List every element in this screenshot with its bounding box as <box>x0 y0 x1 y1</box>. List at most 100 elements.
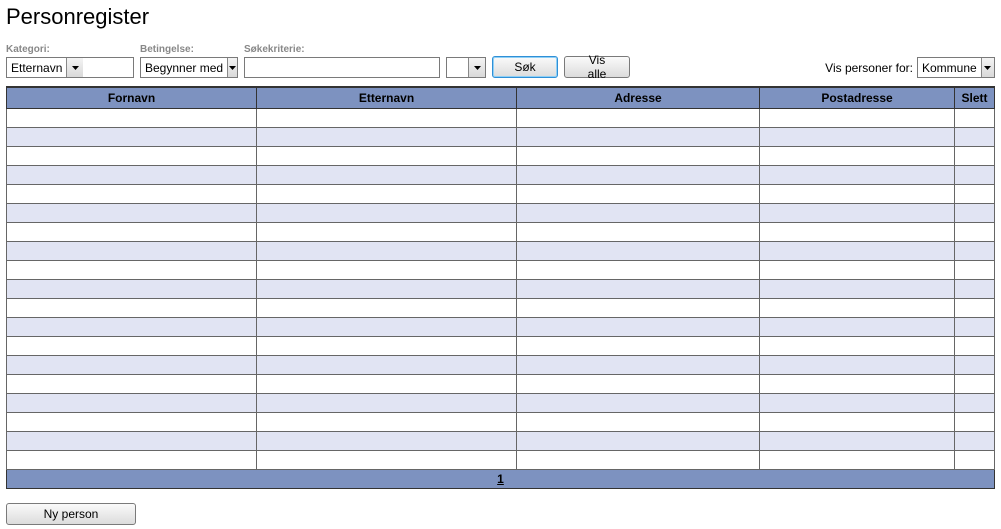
cell-adresse <box>517 128 760 147</box>
betingelse-value: Begynner med <box>141 58 227 77</box>
cell-slett <box>955 242 995 261</box>
kriterie-label: Søkekriterie: <box>244 44 440 55</box>
cell-postadresse <box>760 242 955 261</box>
chevron-down-icon <box>981 58 994 77</box>
cell-adresse <box>517 261 760 280</box>
table-row[interactable] <box>7 261 995 280</box>
table-row[interactable] <box>7 204 995 223</box>
cell-slett <box>955 147 995 166</box>
cell-fornavn <box>7 128 257 147</box>
cell-etternavn <box>257 394 517 413</box>
cell-etternavn <box>257 375 517 394</box>
table-row[interactable] <box>7 394 995 413</box>
new-person-button[interactable]: Ny person <box>6 503 136 525</box>
cell-fornavn <box>7 394 257 413</box>
cell-slett <box>955 451 995 470</box>
cell-postadresse <box>760 337 955 356</box>
cell-slett <box>955 413 995 432</box>
extra-select[interactable] <box>446 57 486 78</box>
table-row[interactable] <box>7 223 995 242</box>
cell-slett <box>955 109 995 128</box>
cell-postadresse <box>760 432 955 451</box>
cell-adresse <box>517 185 760 204</box>
cell-fornavn <box>7 356 257 375</box>
cell-postadresse <box>760 451 955 470</box>
col-slett[interactable]: Slett <box>955 87 995 109</box>
table-pager: 1 <box>6 470 995 489</box>
extra-select-value <box>447 58 468 77</box>
table-row[interactable] <box>7 166 995 185</box>
kategori-select[interactable]: Etternavn <box>6 57 134 78</box>
table-row[interactable] <box>7 242 995 261</box>
cell-adresse <box>517 223 760 242</box>
cell-slett <box>955 299 995 318</box>
table-row[interactable] <box>7 147 995 166</box>
cell-adresse <box>517 166 760 185</box>
col-etternavn[interactable]: Etternavn <box>257 87 517 109</box>
cell-fornavn <box>7 318 257 337</box>
cell-fornavn <box>7 109 257 128</box>
cell-slett <box>955 356 995 375</box>
cell-etternavn <box>257 337 517 356</box>
table-row[interactable] <box>7 413 995 432</box>
cell-adresse <box>517 451 760 470</box>
filter-select[interactable]: Kommune <box>917 57 995 78</box>
cell-adresse <box>517 394 760 413</box>
cell-fornavn <box>7 413 257 432</box>
cell-slett <box>955 375 995 394</box>
col-postadresse[interactable]: Postadresse <box>760 87 955 109</box>
filter-value: Kommune <box>918 58 981 77</box>
cell-etternavn <box>257 204 517 223</box>
cell-postadresse <box>760 318 955 337</box>
cell-etternavn <box>257 166 517 185</box>
show-all-button[interactable]: Vis alle <box>564 56 630 78</box>
kategori-label: Kategori: <box>6 44 134 55</box>
table-row[interactable] <box>7 375 995 394</box>
chevron-down-icon <box>468 58 485 77</box>
cell-etternavn <box>257 147 517 166</box>
search-input[interactable] <box>244 57 440 78</box>
table-row[interactable] <box>7 337 995 356</box>
betingelse-label: Betingelse: <box>140 44 238 55</box>
table-row[interactable] <box>7 128 995 147</box>
cell-fornavn <box>7 280 257 299</box>
cell-adresse <box>517 204 760 223</box>
cell-postadresse <box>760 166 955 185</box>
cell-slett <box>955 432 995 451</box>
cell-slett <box>955 394 995 413</box>
cell-postadresse <box>760 261 955 280</box>
chevron-down-icon <box>66 58 83 77</box>
cell-adresse <box>517 375 760 394</box>
col-adresse[interactable]: Adresse <box>517 87 760 109</box>
table-row[interactable] <box>7 451 995 470</box>
cell-postadresse <box>760 413 955 432</box>
table-row[interactable] <box>7 299 995 318</box>
cell-postadresse <box>760 375 955 394</box>
cell-slett <box>955 185 995 204</box>
search-button[interactable]: Søk <box>492 56 558 78</box>
cell-adresse <box>517 299 760 318</box>
cell-fornavn <box>7 223 257 242</box>
betingelse-select[interactable]: Begynner med <box>140 57 238 78</box>
table-row[interactable] <box>7 318 995 337</box>
cell-etternavn <box>257 109 517 128</box>
table-row[interactable] <box>7 185 995 204</box>
kategori-group: Kategori: Etternavn <box>6 44 134 78</box>
cell-fornavn <box>7 451 257 470</box>
cell-fornavn <box>7 261 257 280</box>
cell-slett <box>955 337 995 356</box>
cell-postadresse <box>760 280 955 299</box>
table-row[interactable] <box>7 356 995 375</box>
search-bar: Kategori: Etternavn Betingelse: Begynner… <box>6 44 995 78</box>
table-row[interactable] <box>7 432 995 451</box>
cell-postadresse <box>760 128 955 147</box>
table-row[interactable] <box>7 109 995 128</box>
cell-etternavn <box>257 185 517 204</box>
table-row[interactable] <box>7 280 995 299</box>
person-table: Fornavn Etternavn Adresse Postadresse Sl… <box>6 86 995 470</box>
cell-postadresse <box>760 185 955 204</box>
cell-postadresse <box>760 223 955 242</box>
filter-group: Vis personer for: Kommune <box>825 57 995 78</box>
col-fornavn[interactable]: Fornavn <box>7 87 257 109</box>
page-number[interactable]: 1 <box>497 472 504 486</box>
